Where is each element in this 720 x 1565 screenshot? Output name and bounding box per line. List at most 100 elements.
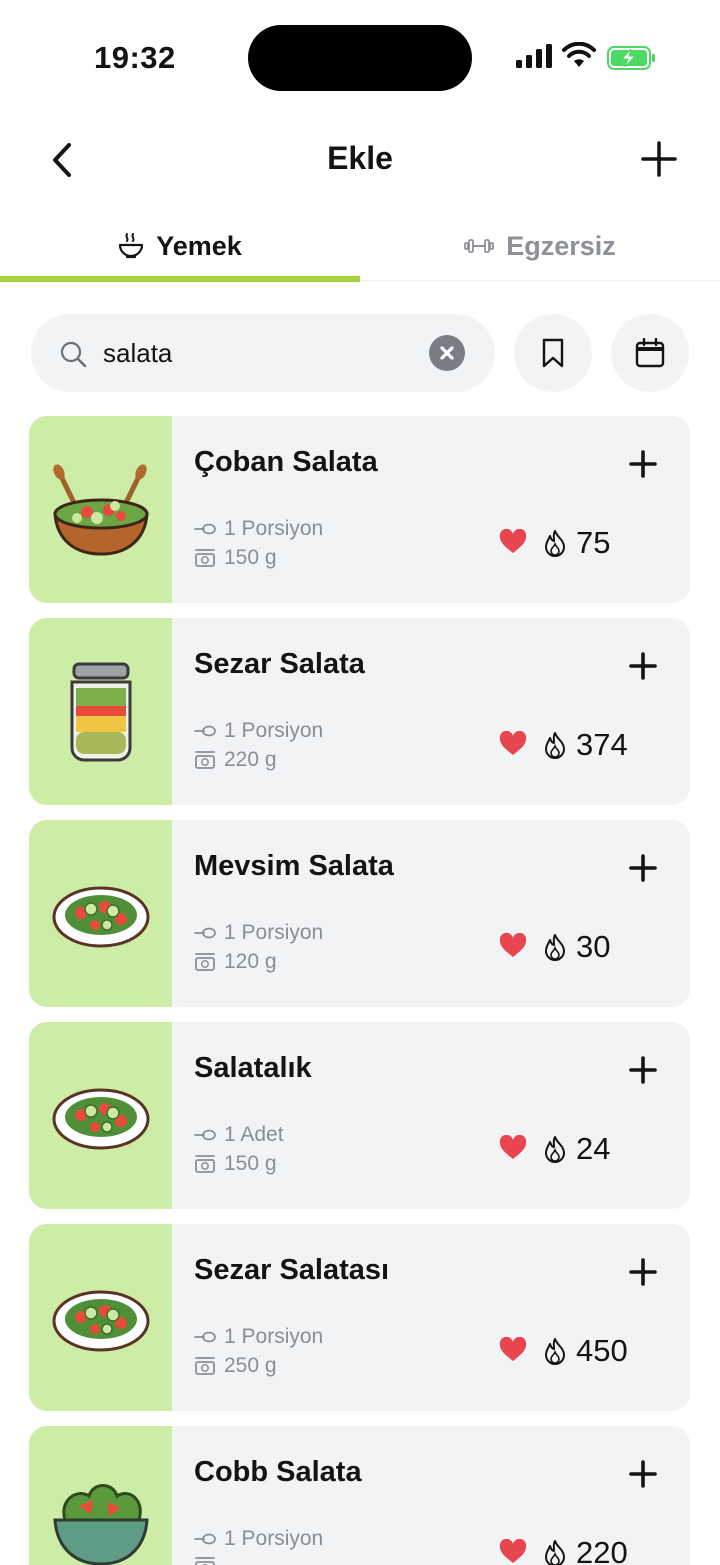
favorite-button[interactable]: [499, 932, 527, 964]
portion-text: 1 Porsiyon: [224, 921, 324, 944]
calories: 75: [543, 525, 610, 561]
cellular-signal-icon: [516, 44, 552, 68]
salad-jar-icon: [70, 662, 131, 761]
spoon-icon: [194, 1533, 216, 1545]
food-name: Salatalık: [194, 1052, 312, 1084]
calorie-value: 24: [576, 1131, 611, 1166]
tab-exercise[interactable]: Egzersiz: [360, 212, 720, 280]
clear-search-button[interactable]: [429, 335, 465, 371]
favorite-button[interactable]: [499, 1336, 527, 1368]
weight-row: 250 g: [194, 1354, 277, 1378]
food-image: [29, 416, 172, 603]
bowl-icon: [119, 233, 144, 259]
food-image: [29, 1426, 172, 1565]
spoon-icon: [194, 927, 216, 939]
food-name: Sezar Salata: [194, 648, 365, 680]
add-button[interactable]: [636, 136, 682, 182]
plus-icon: [629, 1460, 657, 1488]
search-bar[interactable]: [31, 314, 495, 392]
wooden-salad-bowl-icon: [52, 463, 149, 556]
flame-icon: [545, 934, 565, 961]
calendar-icon: [635, 338, 665, 368]
battery-charging-icon: [607, 46, 655, 70]
heart-icon: [499, 932, 527, 957]
portion-row: 1 Porsiyon: [194, 1325, 323, 1349]
portion-row: 1 Porsiyon: [194, 719, 323, 743]
food-image: [29, 820, 172, 1007]
page-title: Ekle: [327, 140, 393, 176]
heart-icon: [499, 1538, 527, 1563]
calorie-value: 75: [576, 525, 611, 560]
dumbbell-icon: [464, 239, 495, 253]
add-food-button[interactable]: [623, 444, 663, 484]
calorie-value: 374: [576, 727, 628, 762]
spoon-icon: [194, 725, 216, 737]
weight-row: 120 g: [194, 950, 277, 974]
plus-icon: [629, 450, 657, 478]
scale-icon: [195, 751, 215, 769]
wifi-icon: [562, 42, 596, 67]
heart-icon: [499, 1134, 527, 1159]
tab-exercise-label: Egzersiz: [506, 230, 616, 261]
food-name: Sezar Salatası: [194, 1254, 390, 1286]
plus-icon: [641, 141, 677, 177]
food-image: [29, 1022, 172, 1209]
add-food-button[interactable]: [623, 848, 663, 888]
calorie-value: 220: [576, 1535, 628, 1565]
heart-icon: [499, 528, 527, 553]
portion-text: 1 Porsiyon: [224, 517, 324, 540]
salad-plate-icon: [52, 886, 149, 947]
portion-text: 1 Adet: [224, 1123, 284, 1146]
favorite-button[interactable]: [499, 730, 527, 762]
weight-text: 150 g: [224, 1152, 277, 1175]
food-card[interactable]: Çoban Salata 1 Porsiyon 150 g 75: [29, 416, 690, 603]
plus-icon: [629, 1258, 657, 1286]
tab-bar: Yemek Egzersiz: [0, 212, 720, 284]
portion-row: 1 Porsiyon: [194, 921, 323, 945]
bookmark-icon: [542, 338, 564, 368]
add-food-button[interactable]: [623, 1252, 663, 1292]
salad-plate-icon: [52, 1290, 149, 1351]
heart-icon: [499, 1336, 527, 1361]
weight-row: 150 g: [194, 546, 277, 570]
add-food-button[interactable]: [623, 1454, 663, 1494]
calories: 450: [543, 1333, 628, 1369]
add-food-button[interactable]: [623, 1050, 663, 1090]
bookmark-button[interactable]: [514, 314, 592, 392]
scale-icon: [195, 549, 215, 567]
header: Ekle: [0, 118, 720, 198]
food-card[interactable]: Salatalık 1 Adet 150 g 24: [29, 1022, 690, 1209]
favorite-button[interactable]: [499, 528, 527, 560]
plus-icon: [629, 1056, 657, 1084]
weight-row: 220 g: [194, 748, 277, 772]
spoon-icon: [194, 1331, 216, 1343]
search-input[interactable]: [103, 334, 413, 372]
food-image: [29, 618, 172, 805]
plus-icon: [629, 652, 657, 680]
favorite-button[interactable]: [499, 1538, 527, 1565]
food-card[interactable]: Mevsim Salata 1 Porsiyon 120 g 30: [29, 820, 690, 1007]
calorie-value: 450: [576, 1333, 628, 1368]
scale-icon: [195, 1155, 215, 1173]
calories: 24: [543, 1131, 610, 1167]
portion-text: 1 Porsiyon: [224, 1325, 324, 1348]
plus-icon: [629, 854, 657, 882]
heart-icon: [499, 730, 527, 755]
flame-icon: [545, 732, 565, 759]
salad-plate-icon: [52, 1088, 149, 1149]
spoon-icon: [194, 523, 216, 535]
food-card[interactable]: Cobb Salata 1 Porsiyon 220: [29, 1426, 690, 1565]
favorite-button[interactable]: [499, 1134, 527, 1166]
weight-text: 150 g: [224, 546, 277, 569]
food-name: Cobb Salata: [194, 1456, 362, 1488]
weight-text: 220 g: [224, 748, 277, 771]
weight-text: 250 g: [224, 1354, 277, 1377]
food-card[interactable]: Sezar Salatası 1 Porsiyon 250 g 450: [29, 1224, 690, 1411]
weight-row: [194, 1556, 224, 1565]
add-food-button[interactable]: [623, 646, 663, 686]
food-card[interactable]: Sezar Salata 1 Porsiyon 220 g 374: [29, 618, 690, 805]
calendar-button[interactable]: [611, 314, 689, 392]
tab-food[interactable]: Yemek: [0, 212, 360, 280]
status-bar: 19:32: [0, 0, 720, 116]
food-name: Çoban Salata: [194, 446, 378, 478]
